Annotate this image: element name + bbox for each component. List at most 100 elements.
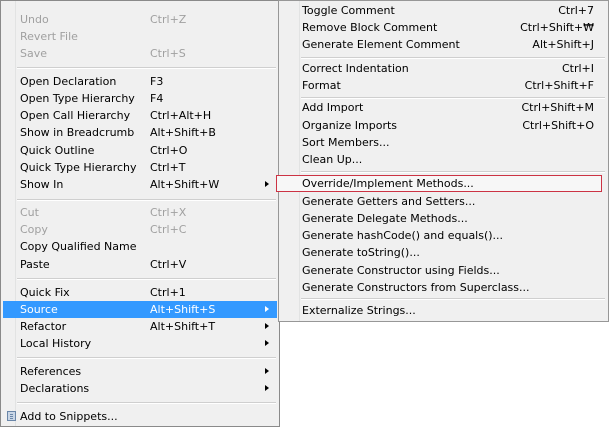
menu-item-label: Add to Snippets... — [20, 410, 118, 423]
menu-item-declarations[interactable]: Declarations — [3, 380, 277, 397]
menu-item-label: Remove Block Comment — [302, 21, 438, 34]
menu-item-cut: Cut Ctrl+X — [3, 204, 277, 221]
submenu-item-generate-element-comment[interactable]: Generate Element Comment Alt+Shift+J — [281, 36, 606, 53]
menu-item-label: Declarations — [20, 382, 90, 395]
menu-item-shortcut: Ctrl+T — [150, 161, 186, 174]
menu-item-shortcut: Ctrl+C — [150, 223, 187, 236]
menu-item-paste[interactable]: Paste Ctrl+V — [3, 256, 277, 273]
submenu-item-externalize-strings[interactable]: Externalize Strings... — [281, 302, 606, 319]
menu-item-show-in-breadcrumb[interactable]: Show in Breadcrumb Alt+Shift+B — [3, 124, 277, 141]
menu-item-label: Source — [20, 303, 58, 316]
menu-item-label: Clean Up... — [302, 153, 363, 166]
menu-item-label: Copy — [20, 223, 48, 236]
menu-item-label: Undo — [20, 13, 49, 26]
submenu-arrow-icon — [265, 340, 269, 346]
menu-item-label: Open Declaration — [20, 75, 117, 88]
submenu-arrow-icon — [265, 385, 269, 391]
menu-item-quick-type-hierarchy[interactable]: Quick Type Hierarchy Ctrl+T — [3, 159, 277, 176]
menu-item-shortcut: Ctrl+Z — [150, 13, 187, 26]
menu-item-label: Generate toString()... — [302, 246, 420, 259]
menu-item-label: Generate Constructor using Fields... — [302, 264, 500, 277]
menu-item-label: Override/Implement Methods... — [302, 177, 474, 190]
menu-item-label: Paste — [20, 258, 50, 271]
menu-separator — [301, 298, 605, 300]
submenu-item-add-import[interactable]: Add Import Ctrl+Shift+M — [281, 99, 606, 116]
menu-separator — [17, 67, 276, 69]
menu-item-shortcut: Alt+Shift+T — [150, 320, 216, 333]
menu-item-undo: Undo Ctrl+Z — [3, 11, 277, 28]
submenu-item-correct-indentation[interactable]: Correct Indentation Ctrl+I — [281, 60, 606, 77]
menu-item-copy-qualified-name[interactable]: Copy Qualified Name — [3, 238, 277, 255]
menu-item-shortcut: Ctrl+X — [150, 206, 187, 219]
menu-item-label: Correct Indentation — [302, 62, 409, 75]
submenu-arrow-icon — [265, 323, 269, 329]
menu-item-label: Open Type Hierarchy — [20, 92, 135, 105]
menu-item-shortcut: Ctrl+O — [150, 144, 188, 157]
menu-item-quick-outline[interactable]: Quick Outline Ctrl+O — [3, 142, 277, 159]
submenu-item-toggle-comment[interactable]: Toggle Comment Ctrl+7 — [281, 2, 606, 19]
menu-item-shortcut: F3 — [150, 75, 164, 88]
editor-context-menu: Undo Ctrl+Z Revert File Save Ctrl+S Open… — [0, 0, 280, 427]
menu-separator — [17, 357, 276, 359]
menu-item-references[interactable]: References — [3, 363, 277, 380]
menu-item-shortcut: Alt+Shift+W — [150, 178, 220, 191]
submenu-item-clean-up[interactable]: Clean Up... — [281, 151, 606, 168]
menu-item-add-to-snippets[interactable]: Add to Snippets... — [3, 408, 277, 425]
menu-item-copy: Copy Ctrl+C — [3, 221, 277, 238]
submenu-item-override-implement-methods[interactable]: Override/Implement Methods... — [276, 175, 602, 192]
menu-item-shortcut: Alt+Shift+S — [150, 303, 216, 316]
menu-item-label: Show in Breadcrumb — [20, 126, 135, 139]
menu-item-refactor[interactable]: Refactor Alt+Shift+T — [3, 318, 277, 335]
menu-separator — [17, 402, 276, 404]
menu-item-label: Cut — [20, 206, 39, 219]
menu-item-label: Quick Fix — [20, 286, 70, 299]
submenu-item-remove-block-comment[interactable]: Remove Block Comment Ctrl+Shift+₩ — [281, 19, 606, 36]
snippet-icon — [7, 411, 16, 421]
menu-item-shortcut: Alt+Shift+B — [150, 126, 216, 139]
submenu-item-sort-members[interactable]: Sort Members... — [281, 134, 606, 151]
menu-item-shortcut: Alt+Shift+J — [532, 38, 594, 51]
menu-item-label: Quick Outline — [20, 144, 95, 157]
menu-item-label: Quick Type Hierarchy — [20, 161, 137, 174]
menu-item-label: Revert File — [20, 30, 78, 43]
menu-separator — [301, 171, 605, 173]
submenu-item-generate-constructor-fields[interactable]: Generate Constructor using Fields... — [281, 262, 606, 279]
menu-item-label: References — [20, 365, 82, 378]
submenu-item-format[interactable]: Format Ctrl+Shift+F — [281, 77, 606, 94]
submenu-item-organize-imports[interactable]: Organize Imports Ctrl+Shift+O — [281, 117, 606, 134]
menu-item-shortcut: F4 — [150, 92, 164, 105]
menu-item-label: Local History — [20, 337, 92, 350]
submenu-item-generate-delegate-methods[interactable]: Generate Delegate Methods... — [281, 210, 606, 227]
menu-item-quick-fix[interactable]: Quick Fix Ctrl+1 — [3, 284, 277, 301]
menu-item-label: Generate Constructors from Superclass... — [302, 281, 530, 294]
submenu-arrow-icon — [265, 368, 269, 374]
menu-separator — [17, 199, 276, 201]
menu-item-shortcut: Ctrl+V — [150, 258, 187, 271]
menu-item-open-declaration[interactable]: Open Declaration F3 — [3, 73, 277, 90]
menu-item-label: Generate hashCode() and equals()... — [302, 229, 504, 242]
menu-item-source[interactable]: Source Alt+Shift+S — [3, 301, 277, 318]
menu-item-revert-file: Revert File — [3, 28, 277, 45]
submenu-item-generate-getters-setters[interactable]: Generate Getters and Setters... — [281, 193, 606, 210]
menu-item-label: Open Call Hierarchy — [20, 109, 131, 122]
menu-item-shortcut: Ctrl+7 — [558, 4, 594, 17]
submenu-item-generate-tostring[interactable]: Generate toString()... — [281, 244, 606, 261]
submenu-arrow-icon — [265, 181, 269, 187]
menu-item-open-call-hierarchy[interactable]: Open Call Hierarchy Ctrl+Alt+H — [3, 107, 277, 124]
menu-item-local-history[interactable]: Local History — [3, 335, 277, 352]
menu-item-shortcut: Ctrl+I — [561, 62, 594, 75]
menu-item-label: Generate Delegate Methods... — [302, 212, 468, 225]
menu-item-label: Toggle Comment — [302, 4, 395, 17]
menu-item-label: Externalize Strings... — [302, 304, 416, 317]
menu-item-label: Generate Getters and Setters... — [302, 195, 476, 208]
menu-item-label: Organize Imports — [302, 119, 398, 132]
menu-item-open-type-hierarchy[interactable]: Open Type Hierarchy F4 — [3, 90, 277, 107]
menu-item-label: Refactor — [20, 320, 67, 333]
submenu-item-generate-hashcode-equals[interactable]: Generate hashCode() and equals()... — [281, 227, 606, 244]
submenu-arrow-icon — [265, 306, 269, 312]
menu-item-show-in[interactable]: Show In Alt+Shift+W — [3, 176, 277, 193]
menu-item-shortcut: Ctrl+Alt+H — [150, 109, 212, 122]
submenu-item-generate-constructors-superclass[interactable]: Generate Constructors from Superclass... — [281, 279, 606, 296]
menu-item-save: Save Ctrl+S — [3, 45, 277, 62]
menu-item-label: Save — [20, 47, 48, 60]
